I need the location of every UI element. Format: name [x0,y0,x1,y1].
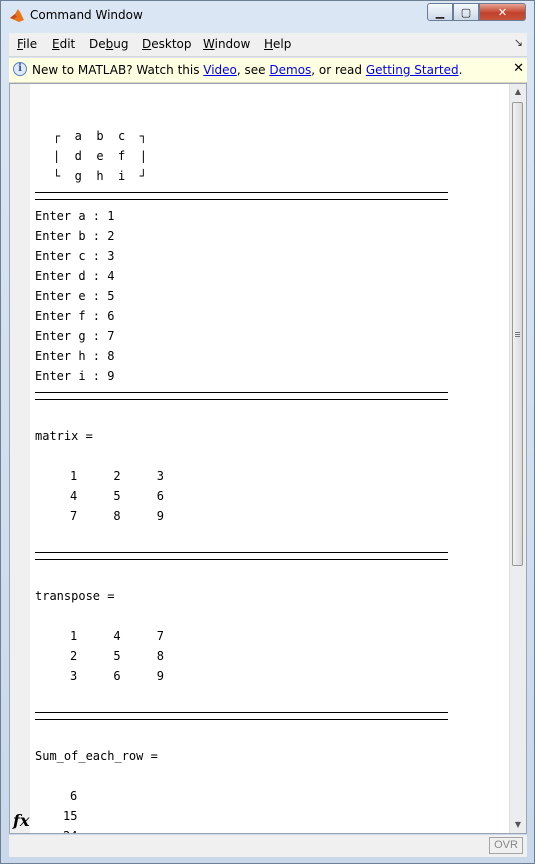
header-line: | d e f | [53,149,147,163]
window-title: Command Window [30,8,143,22]
menu-help[interactable]: Help [264,37,291,51]
sum-label: Sum_of_each_row = [35,749,158,763]
matrix-label: matrix = [35,429,93,443]
separator [35,552,448,560]
menu-window[interactable]: Window [203,37,250,51]
console-output[interactable]: ┌ a b c ┐ | d e f | └ g h i ┘ Enter a : … [9,83,527,834]
input-line: Enter i : 9 [35,369,115,383]
status-bar: OVR [9,835,527,857]
separator [35,392,448,400]
getting-started-link[interactable]: Getting Started [366,63,459,77]
input-line: Enter f : 6 [35,309,115,323]
menu-bar: File Edit Debug Desktop Window Help ↘ [9,33,527,57]
undock-arrow-icon[interactable]: ↘ [514,36,523,49]
info-close-icon[interactable]: ✕ [513,61,524,76]
input-line: Enter h : 8 [35,349,115,363]
matrix-row: 7 8 9 [70,509,164,523]
command-window: Command Window ▁ ▢ ✕ File Edit Debug Des… [0,0,535,864]
matrix-row: 1 2 3 [70,469,164,483]
transpose-label: transpose = [35,589,115,603]
input-line: Enter c : 3 [35,249,115,263]
info-text: New to MATLAB? Watch this Video, see Dem… [32,63,463,77]
scroll-up-arrow-icon[interactable]: ▲ [510,84,526,100]
vertical-scrollbar[interactable]: ▲ ▼ [509,84,526,833]
menu-desktop[interactable]: Desktop [142,37,192,51]
header-line: └ g h i ┘ [53,169,147,183]
input-line: Enter g : 7 [35,329,115,343]
separator [35,192,448,200]
demos-link[interactable]: Demos [269,63,311,77]
header-line: ┌ a b c ┐ [53,129,147,143]
transpose-row: 1 4 7 [70,629,164,643]
console-gutter [10,84,30,833]
video-link[interactable]: Video [203,63,237,77]
menu-file[interactable]: File [17,37,37,51]
input-line: Enter b : 2 [35,229,115,243]
sum-row: 6 [70,789,78,803]
input-line: Enter e : 5 [35,289,115,303]
input-line: Enter d : 4 [35,269,115,283]
scroll-thumb[interactable] [512,102,523,566]
console-text[interactable]: ┌ a b c ┐ | d e f | └ g h i ┘ Enter a : … [35,84,511,833]
separator [35,712,448,720]
matrix-row: 4 5 6 [70,489,164,503]
ovr-indicator: OVR [489,837,523,854]
sum-row: 15 [63,809,78,823]
maximize-button[interactable]: ▢ [453,3,479,21]
sum-row: 24 [63,826,77,833]
matlab-logo-icon [10,9,24,22]
minimize-button[interactable]: ▁ [427,3,453,21]
title-bar[interactable]: Command Window ▁ ▢ ✕ [1,1,534,31]
menu-debug[interactable]: Debug [89,37,128,51]
transpose-row: 3 6 9 [70,669,164,683]
input-line: Enter a : 1 [35,209,115,223]
close-button[interactable]: ✕ [479,3,526,21]
menu-edit[interactable]: Edit [52,37,75,51]
info-bar: i New to MATLAB? Watch this Video, see D… [9,58,527,83]
transpose-row: 2 5 8 [70,649,164,663]
scroll-down-arrow-icon[interactable]: ▼ [510,817,526,833]
info-icon: i [13,62,27,76]
fx-icon[interactable]: fx [13,811,29,830]
